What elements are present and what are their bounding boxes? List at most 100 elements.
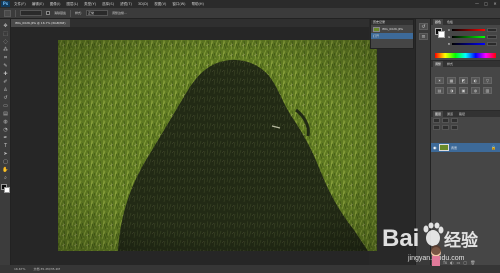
- menu-file[interactable]: 文件(F): [14, 2, 26, 7]
- photo-filter-icon[interactable]: ◍: [471, 87, 480, 94]
- red-slider[interactable]: R: [448, 28, 498, 32]
- lock-pixels-button[interactable]: [433, 125, 440, 130]
- move-tool-icon[interactable]: ✥: [2, 23, 9, 29]
- zoom-readout[interactable]: 16.67%: [14, 267, 25, 271]
- document-tab-strip: IMG_0026.JPG @ 16.7% (RGB/8#): [11, 19, 369, 27]
- lasso-tool-icon[interactable]: ◌: [2, 39, 9, 45]
- adjustments-panel: ☀ ▦ ◩ ◐ ▽ ▤ ◑ ▣ ◍ ▥: [431, 67, 500, 111]
- visibility-eye-icon[interactable]: ◉: [433, 145, 437, 150]
- snapshot-thumbnail: [373, 26, 380, 32]
- menu-view[interactable]: 视图(V): [154, 2, 166, 7]
- hue-saturation-icon[interactable]: ▤: [435, 87, 444, 94]
- history-state-open[interactable]: 打开: [371, 33, 413, 39]
- refine-edge-button[interactable]: 调整边缘...: [112, 11, 127, 15]
- background-color-chip[interactable]: [438, 31, 445, 38]
- style-select[interactable]: 正常: [86, 10, 109, 16]
- lock-icon: 🔒: [491, 145, 496, 150]
- background-color-swatch[interactable]: [4, 187, 10, 193]
- channel-mixer-icon[interactable]: ▥: [483, 87, 492, 94]
- history-state-label: 打开: [373, 34, 380, 38]
- document-tab[interactable]: IMG_0026.JPG @ 16.7% (RGB/8#): [11, 19, 70, 27]
- menu-type[interactable]: 类型(Y): [84, 2, 96, 7]
- crop-tool-icon[interactable]: ⌗: [2, 55, 9, 61]
- hand-tool-icon[interactable]: ✋: [2, 167, 9, 173]
- style-label: 样式:: [75, 11, 83, 15]
- menu-bar: Ps 文件(F) 编辑(E) 图像(I) 图层(L) 类型(Y) 选择(S) 滤…: [0, 0, 500, 8]
- menu-image[interactable]: 图像(I): [50, 2, 61, 7]
- opacity-field[interactable]: [451, 118, 458, 123]
- antialias-label: 消除锯齿: [54, 11, 67, 15]
- path-select-tool-icon[interactable]: ➤: [2, 151, 9, 157]
- green-value-field[interactable]: [487, 35, 497, 39]
- type-tool-icon[interactable]: T: [2, 143, 9, 149]
- menu-layer[interactable]: 图层(L): [66, 2, 78, 7]
- antialias-checkbox[interactable]: [46, 11, 50, 15]
- black-white-icon[interactable]: ▣: [459, 87, 468, 94]
- color-balance-icon[interactable]: ◑: [447, 87, 456, 94]
- history-brush-tool-icon[interactable]: ↺: [2, 95, 9, 101]
- red-track[interactable]: [452, 29, 485, 31]
- brush-tool-icon[interactable]: ✐: [2, 79, 9, 85]
- maximize-button[interactable]: □: [483, 1, 489, 6]
- history-icon[interactable]: ↺: [419, 23, 428, 30]
- minimize-button[interactable]: —: [474, 1, 480, 6]
- pen-tool-icon[interactable]: ✒: [2, 135, 9, 141]
- blue-value-field[interactable]: [487, 42, 497, 46]
- document-size-info: 文档:35.2M/35.2M: [33, 267, 61, 271]
- blur-tool-icon[interactable]: ◍: [2, 119, 9, 125]
- green-slider[interactable]: G: [448, 35, 498, 39]
- options-bar: 消除锯齿 样式: 正常 调整边缘...: [0, 8, 500, 19]
- red-value-field[interactable]: [487, 28, 497, 32]
- red-label: R: [448, 28, 451, 32]
- window-controls: — □ ✕: [474, 1, 498, 6]
- layer-thumbnail: [439, 144, 449, 151]
- size-field[interactable]: [20, 10, 42, 16]
- blend-mode-select[interactable]: [442, 118, 449, 123]
- healing-brush-tool-icon[interactable]: ✚: [2, 71, 9, 77]
- svg-text:经验: 经验: [444, 230, 479, 251]
- photoshop-logo: Ps: [1, 1, 10, 7]
- history-snapshot[interactable]: IMG_0026.JPG: [371, 26, 413, 32]
- tool-preset-icon[interactable]: [4, 9, 11, 17]
- menu-select[interactable]: 选择(S): [102, 2, 114, 7]
- tools-panel: ✥ ⬚ ◌ ⁂ ⌗ ✎ ✚ ✐ ♙ ↺ ▭ ▤ ◍ ◔ ✒ T ➤ ▢ ✋ ⌕: [0, 19, 11, 265]
- blue-track[interactable]: [452, 43, 485, 45]
- blue-slider[interactable]: B: [448, 42, 498, 46]
- dodge-tool-icon[interactable]: ◔: [2, 127, 9, 133]
- color-spectrum-bar[interactable]: [435, 53, 496, 58]
- layer-filter-select[interactable]: [433, 118, 440, 123]
- menu-filter[interactable]: 滤镜(T): [120, 2, 132, 7]
- close-button[interactable]: ✕: [492, 1, 498, 6]
- layer-row-background[interactable]: ◉ 背景 🔒: [431, 143, 500, 152]
- brightness-icon[interactable]: ☀: [435, 77, 444, 84]
- exposure-icon[interactable]: ◐: [471, 77, 480, 84]
- svg-text:Bai: Bai: [382, 225, 419, 252]
- properties-icon[interactable]: ≡: [419, 33, 428, 40]
- zoom-tool-icon[interactable]: ⌕: [2, 175, 9, 181]
- marquee-tool-icon[interactable]: ⬚: [2, 31, 9, 37]
- eraser-tool-icon[interactable]: ▭: [2, 103, 9, 109]
- curves-icon[interactable]: ◩: [459, 77, 468, 84]
- lock-position-button[interactable]: [442, 125, 449, 130]
- divider: [70, 9, 72, 17]
- clone-stamp-tool-icon[interactable]: ♙: [2, 87, 9, 93]
- levels-icon[interactable]: ▦: [447, 77, 456, 84]
- menu-edit[interactable]: 编辑(E): [32, 2, 44, 7]
- gradient-tool-icon[interactable]: ▤: [2, 111, 9, 117]
- fill-field[interactable]: [451, 125, 458, 130]
- photo-canvas[interactable]: [58, 40, 377, 251]
- divider: [15, 9, 16, 17]
- eyedropper-tool-icon[interactable]: ✎: [2, 63, 9, 69]
- canvas-area[interactable]: [11, 27, 377, 265]
- menu-3d[interactable]: 3D(D): [138, 2, 148, 6]
- blue-label: B: [448, 42, 451, 46]
- shape-tool-icon[interactable]: ▢: [2, 159, 9, 165]
- grass-shadow-photo: [58, 40, 377, 251]
- quick-select-tool-icon[interactable]: ⁂: [2, 47, 9, 53]
- green-track[interactable]: [452, 36, 485, 38]
- vibrance-icon[interactable]: ▽: [483, 77, 492, 84]
- menu-window[interactable]: 窗口(W): [172, 2, 185, 7]
- green-label: G: [448, 35, 451, 39]
- menu-help[interactable]: 帮助(H): [192, 2, 204, 7]
- history-panel-title[interactable]: 历史记录: [371, 20, 413, 25]
